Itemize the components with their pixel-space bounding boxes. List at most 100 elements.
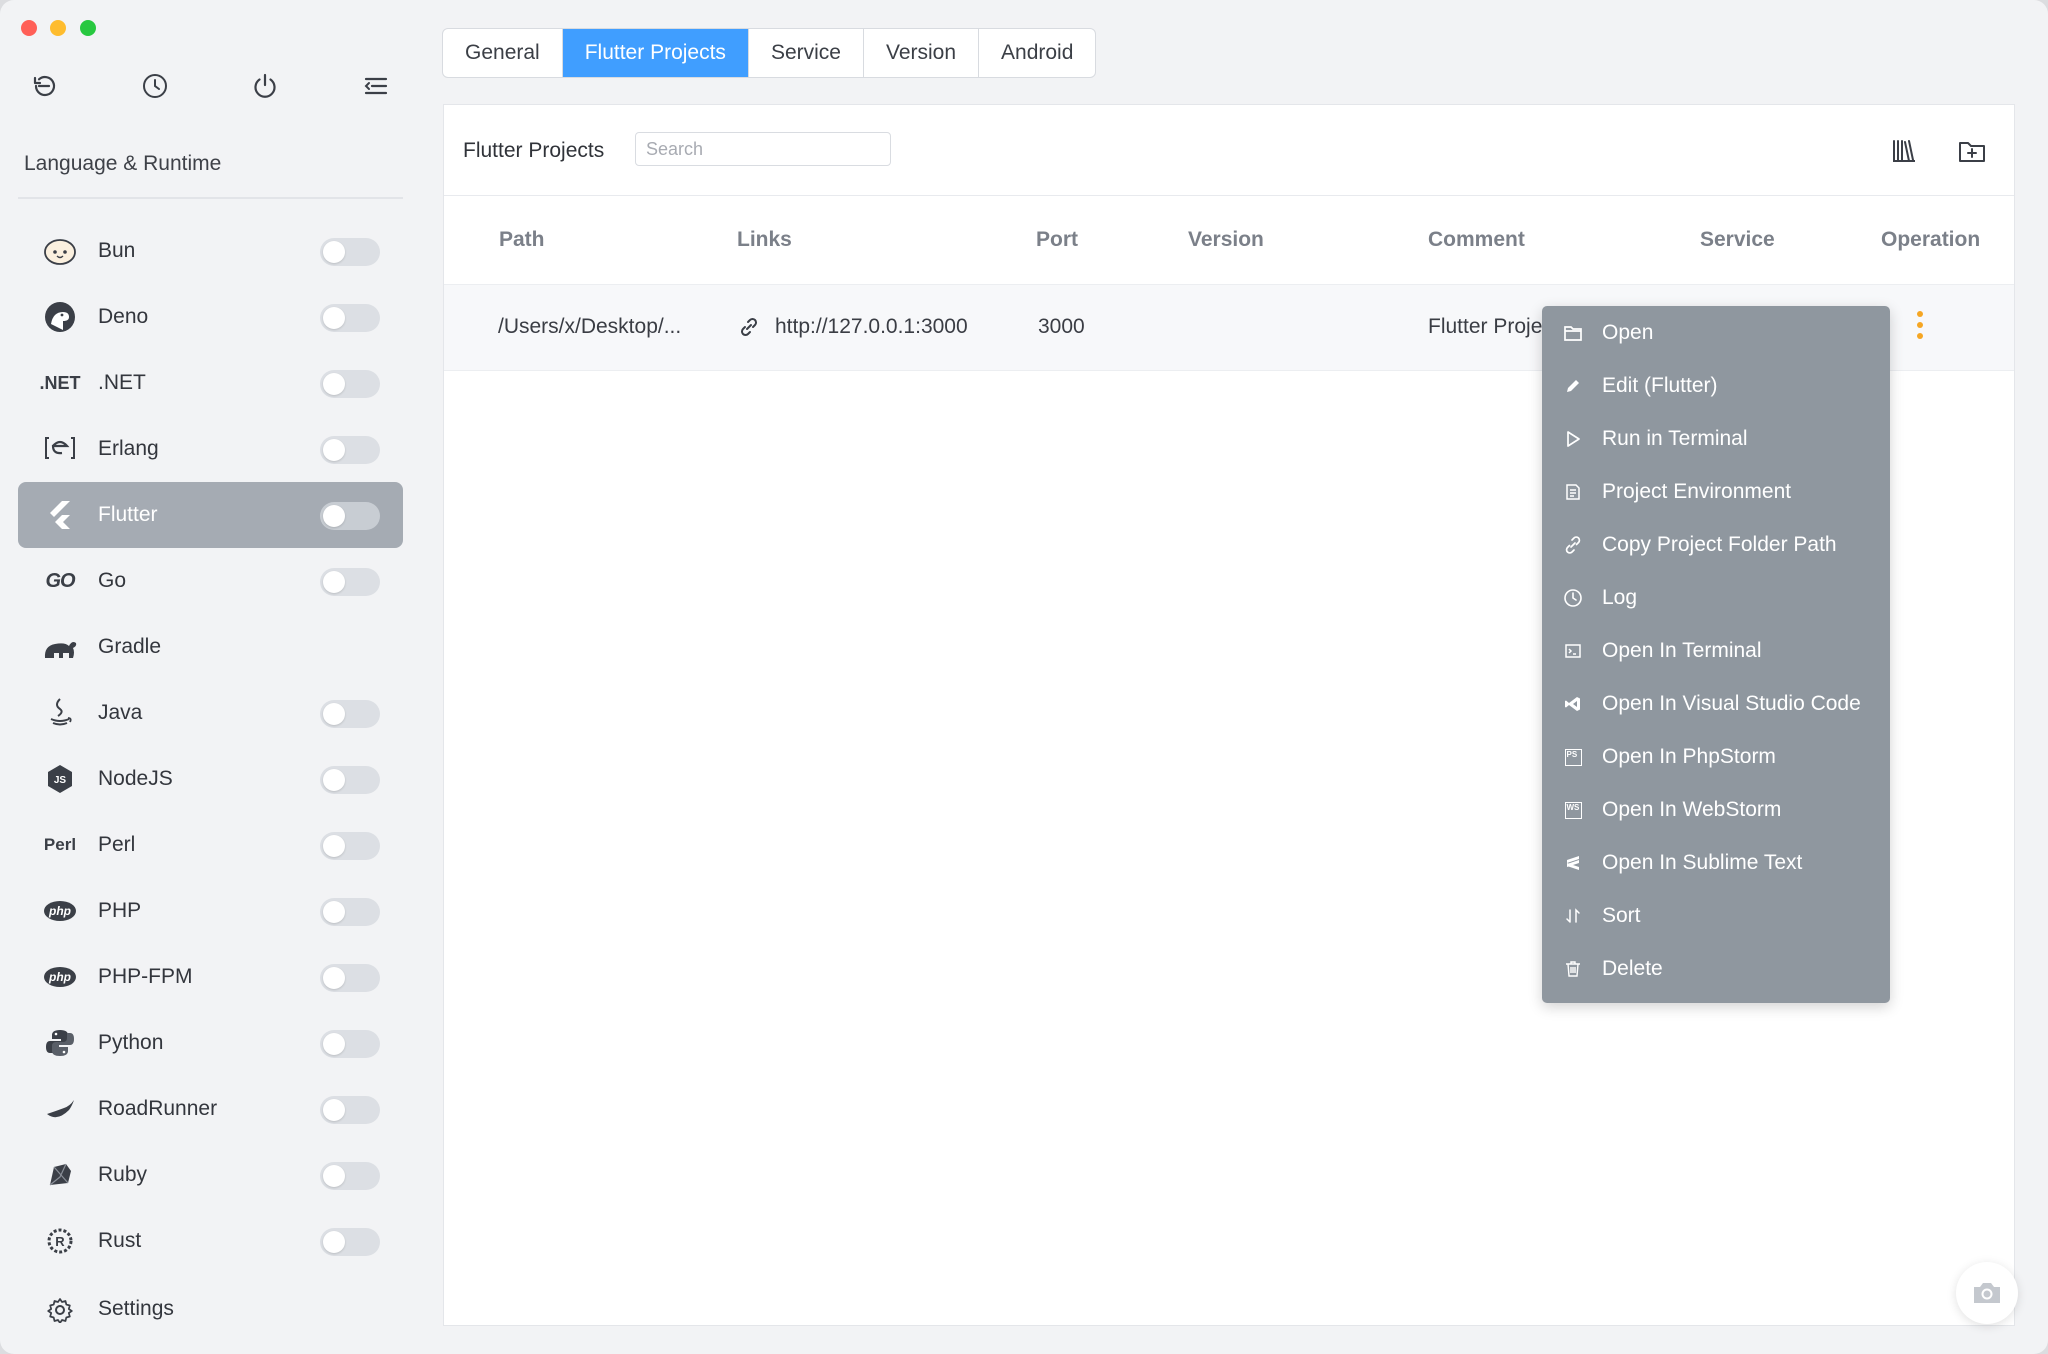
sidebar-item-perl[interactable]: Perl Perl [18,812,403,878]
edit-icon [1562,375,1584,397]
column-path[interactable]: Path [499,228,545,252]
sidebar-item-rust[interactable]: R Rust [18,1208,403,1274]
sort-icon [1562,905,1584,927]
erlang-toggle[interactable] [320,436,380,464]
column-service[interactable]: Service [1700,228,1775,252]
menu-button[interactable] [356,66,396,106]
sidebar-item-label: RoadRunner [98,1097,218,1120]
back-icon [33,75,56,97]
sidebar-item-gradle[interactable]: Gradle [18,614,403,680]
sidebar-item-bun[interactable]: Bun [18,218,403,284]
power-button[interactable] [245,66,285,106]
sidebar-item-go[interactable]: GO Go [18,548,403,614]
column-port[interactable]: Port [1036,228,1078,252]
sidebar-item-php[interactable]: php PHP [18,878,403,944]
menu-item-delete[interactable]: Delete [1542,942,1890,995]
back-button[interactable] [24,66,64,106]
nodejs-toggle[interactable] [320,766,380,794]
add-folder-button[interactable] [1954,133,1990,169]
library-button[interactable] [1886,133,1922,169]
sidebar-item-label: Python [98,1031,164,1054]
tab-android[interactable]: Android [979,29,1095,77]
vscode-icon [1562,693,1584,715]
sidebar: Language & Runtime Bun Deno .NET .NET Er… [0,0,420,1354]
erlang-icon [40,430,80,468]
menu-item-open[interactable]: Open [1542,306,1890,359]
settings-label: Settings [98,1297,174,1320]
sidebar-item-label: Perl [98,833,136,856]
nodejs-icon: JS [40,760,80,798]
sidebar-item-label: Java [98,701,143,724]
project-port: 3000 [1038,315,1085,338]
go-toggle[interactable] [320,568,380,596]
rust-toggle[interactable] [320,1228,380,1256]
tab-version[interactable]: Version [864,29,980,77]
language-list[interactable]: Bun Deno .NET .NET Erlang Flutter GO Go … [18,218,403,1278]
ruby-toggle[interactable] [320,1162,380,1190]
menu-item-edit-flutter[interactable]: Edit (Flutter) [1542,359,1890,412]
flutter-toggle[interactable] [320,502,380,530]
menu-item-open-in-sublime[interactable]: Open In Sublime Text [1542,836,1890,889]
deno-toggle[interactable] [320,304,380,332]
menu-item-open-in-vscode[interactable]: Open In Visual Studio Code [1542,677,1890,730]
tab-service[interactable]: Service [749,29,864,77]
sidebar-item-settings[interactable]: Settings [18,1290,403,1330]
sidebar-item-label: Deno [98,305,149,328]
deno-icon [40,298,80,336]
gradle-icon [40,628,80,666]
app-window: Language & Runtime Bun Deno .NET .NET Er… [0,0,2048,1354]
menu-item-open-in-webstorm[interactable]: WS Open In WebStorm [1542,783,1890,836]
sidebar-item-erlang[interactable]: Erlang [18,416,403,482]
sidebar-item-label: .NET [98,371,146,394]
menu-item-open-in-terminal[interactable]: Open In Terminal [1542,624,1890,677]
link-icon [738,316,760,344]
svg-text:R: R [55,1234,65,1249]
table-header: Path Links Port Version Comment Service … [444,196,2014,285]
sidebar-item-flutter[interactable]: Flutter [18,482,403,548]
php-icon-badge: php [44,901,76,921]
screenshot-button[interactable] [1956,1262,2018,1324]
gear-icon [40,1290,80,1330]
perl-icon: Perl [43,835,77,854]
menu-item-label: Copy Project Folder Path [1602,533,1837,556]
tab-bar: General Flutter Projects Service Version… [442,28,1097,78]
sidebar-item-nodejs[interactable]: JS NodeJS [18,746,403,812]
menu-item-run-in-terminal[interactable]: Run in Terminal [1542,412,1890,465]
sidebar-item-dotnet[interactable]: .NET .NET [18,350,403,416]
perl-toggle[interactable] [320,832,380,860]
menu-item-sort[interactable]: Sort [1542,889,1890,942]
tab-general[interactable]: General [443,29,563,77]
menu-icon [364,77,388,95]
menu-item-label: Open In WebStorm [1602,798,1782,821]
roadrunner-toggle[interactable] [320,1096,380,1124]
operation-menu-button[interactable] [1915,311,1925,341]
sidebar-item-java[interactable]: Java [18,680,403,746]
tab-flutter-projects[interactable]: Flutter Projects [562,29,749,77]
search-input[interactable] [635,132,891,166]
column-version[interactable]: Version [1188,228,1264,252]
sidebar-item-php-fpm[interactable]: php PHP-FPM [18,944,403,1010]
menu-item-copy-path[interactable]: Copy Project Folder Path [1542,518,1890,571]
menu-item-project-environment[interactable]: Project Environment [1542,465,1890,518]
sidebar-item-label: Ruby [98,1163,148,1186]
column-operation[interactable]: Operation [1881,228,1980,252]
project-link[interactable]: http://127.0.0.1:3000 [775,315,968,339]
folder-icon [1562,322,1584,344]
dotnet-toggle[interactable] [320,370,380,398]
webstorm-icon-text: WS [1564,801,1582,819]
menu-item-open-in-phpstorm[interactable]: PS Open In PhpStorm [1542,730,1890,783]
menu-item-log[interactable]: Log [1542,571,1890,624]
java-toggle[interactable] [320,700,380,728]
sidebar-item-roadrunner[interactable]: RoadRunner [18,1076,403,1142]
python-toggle[interactable] [320,1030,380,1058]
go-icon: GO [40,562,80,600]
php-toggle[interactable] [320,898,380,926]
sidebar-item-ruby[interactable]: Ruby [18,1142,403,1208]
history-button[interactable] [135,66,175,106]
column-links[interactable]: Links [737,228,792,252]
php-fpm-toggle[interactable] [320,964,380,992]
sidebar-item-deno[interactable]: Deno [18,284,403,350]
sidebar-item-python[interactable]: Python [18,1010,403,1076]
column-comment[interactable]: Comment [1428,228,1525,252]
bun-toggle[interactable] [320,238,380,266]
